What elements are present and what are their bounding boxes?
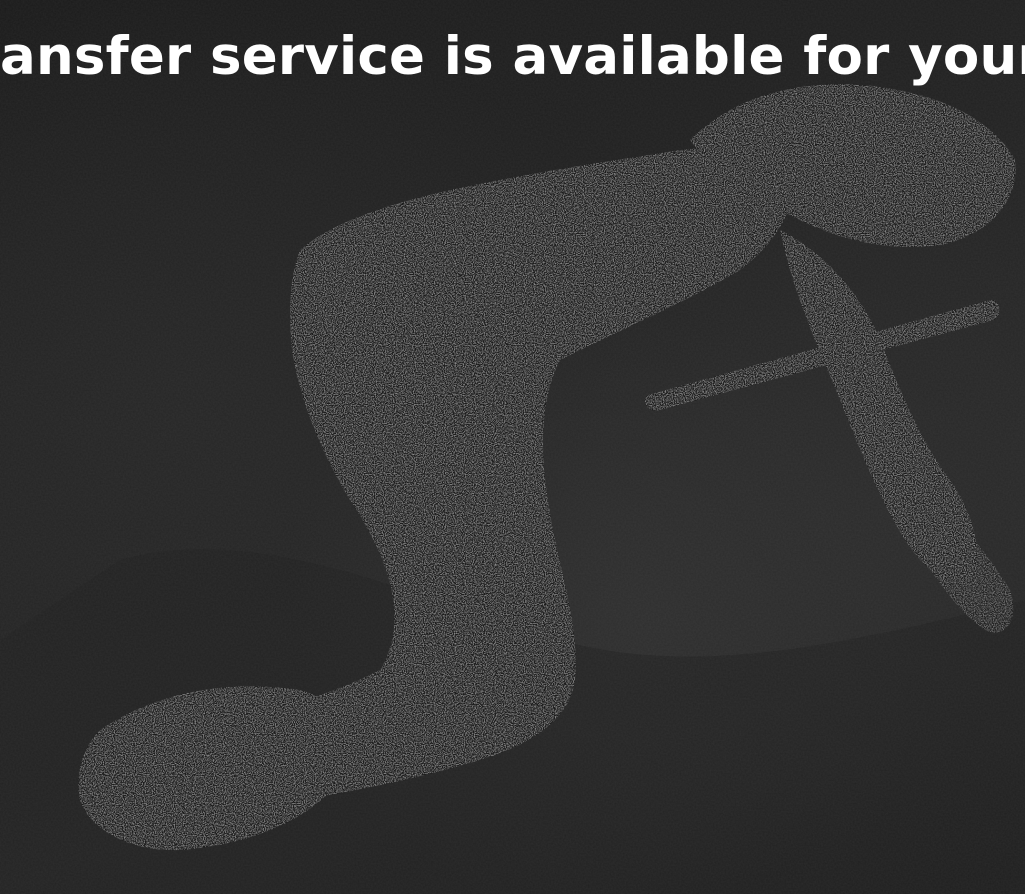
hero-banner: ansfer service is available for your [0, 0, 1025, 894]
silhouette-figure-with-sword-image [0, 0, 1025, 894]
hero-headline: ansfer service is available for your [0, 26, 1025, 87]
grain-overlay [0, 0, 1025, 894]
